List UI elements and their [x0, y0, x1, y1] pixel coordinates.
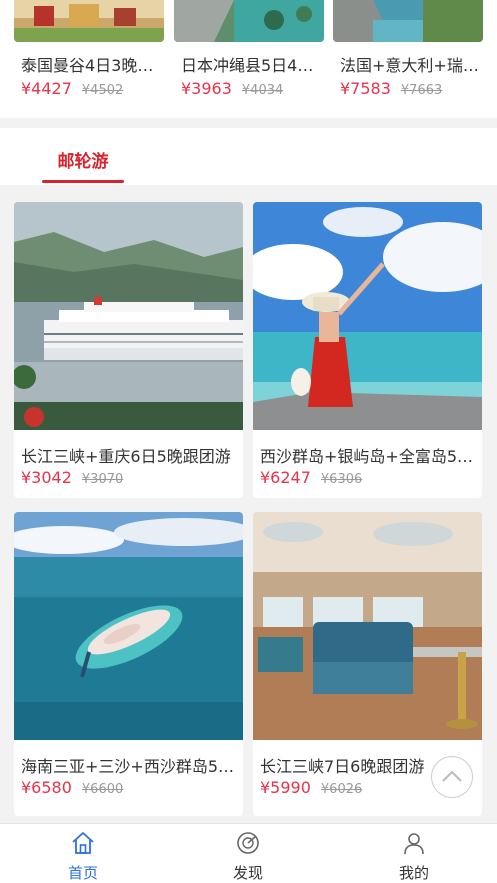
- price-row: ¥6247 ¥6306: [260, 468, 362, 487]
- original-price: ¥6026: [320, 782, 363, 797]
- product-title: 海南三亚+三沙+西沙群岛5日游: [21, 757, 239, 776]
- product-title: 西沙群岛+银屿岛+全富岛5日游: [260, 447, 478, 466]
- product-image: [14, 0, 164, 42]
- current-price: ¥4427: [21, 79, 72, 98]
- price-row: ¥7583 ¥7663: [340, 79, 442, 98]
- original-price: ¥6306: [320, 472, 363, 487]
- bottom-nav: 首页 发现 我的: [0, 823, 497, 883]
- product-card[interactable]: 海南三亚+三沙+西沙群岛5日游 ¥6580 ¥6600: [14, 512, 243, 816]
- price-row: ¥6580 ¥6600: [21, 778, 123, 797]
- original-price: ¥4034: [241, 83, 284, 98]
- original-price: ¥7663: [400, 83, 443, 98]
- price-row: ¥3963 ¥4034: [181, 79, 283, 98]
- current-price: ¥5990: [260, 778, 311, 797]
- current-price: ¥7583: [340, 79, 391, 98]
- tab-label: 邮轮游: [57, 152, 109, 172]
- previous-section-cards: 泰国曼谷4日3晚自由行 ¥4427 ¥4502 日本冲绳县5日4晚自由行 ¥396…: [0, 0, 497, 112]
- back-to-top-button[interactable]: [431, 756, 473, 798]
- section-divider: [0, 118, 497, 128]
- current-price: ¥3042: [21, 468, 72, 487]
- compass-icon: [237, 832, 259, 854]
- product-image: [174, 0, 324, 42]
- tab-cruise[interactable]: 邮轮游: [42, 128, 124, 185]
- original-price: ¥3070: [81, 472, 124, 487]
- product-card[interactable]: 日本冲绳县5日4晚自由行 ¥3963 ¥4034: [174, 0, 324, 112]
- product-image: [333, 0, 483, 42]
- user-icon: [404, 833, 424, 855]
- nav-item-home[interactable]: 首页: [23, 824, 143, 883]
- nav-label: 发现: [232, 864, 263, 882]
- category-tabbar: 邮轮游: [0, 128, 497, 185]
- product-title: 泰国曼谷4日3晚自由行: [21, 56, 161, 75]
- product-card[interactable]: 长江三峡+重庆6日5晚跟团游 ¥3042 ¥3070: [14, 202, 243, 498]
- price-row: ¥3042 ¥3070: [21, 468, 123, 487]
- current-price: ¥6580: [21, 778, 72, 797]
- section-divider: [0, 185, 497, 195]
- current-price: ¥6247: [260, 468, 311, 487]
- product-card[interactable]: 西沙群岛+银屿岛+全富岛5日游 ¥6247 ¥6306: [253, 202, 482, 498]
- product-image: [14, 512, 243, 740]
- chevron-up-icon: [442, 770, 462, 782]
- product-image: [14, 202, 243, 430]
- price-row: ¥4427 ¥4502: [21, 79, 123, 98]
- nav-label: 首页: [67, 864, 98, 882]
- nav-item-discover[interactable]: 发现: [188, 824, 308, 883]
- product-image: [253, 202, 482, 430]
- product-image: [253, 512, 482, 740]
- product-card[interactable]: 泰国曼谷4日3晚自由行 ¥4427 ¥4502: [14, 0, 164, 112]
- original-price: ¥6600: [81, 782, 124, 797]
- original-price: ¥4502: [81, 83, 124, 98]
- tab-active-indicator: [42, 180, 124, 183]
- nav-item-profile[interactable]: 我的: [354, 824, 474, 883]
- price-row: ¥5990 ¥6026: [260, 778, 362, 797]
- home-icon: [72, 832, 94, 854]
- current-price: ¥3963: [181, 79, 232, 98]
- product-title: 长江三峡+重庆6日5晚跟团游: [21, 447, 231, 466]
- product-grid: 长江三峡+重庆6日5晚跟团游 ¥3042 ¥3070 西沙群岛+银屿岛+全富岛5…: [0, 195, 497, 823]
- nav-label: 我的: [398, 864, 429, 882]
- product-title: 法国+意大利+瑞士10日游: [340, 56, 480, 75]
- product-title: 日本冲绳县5日4晚自由行: [181, 56, 321, 75]
- product-card[interactable]: 法国+意大利+瑞士10日游 ¥7583 ¥7663: [333, 0, 483, 112]
